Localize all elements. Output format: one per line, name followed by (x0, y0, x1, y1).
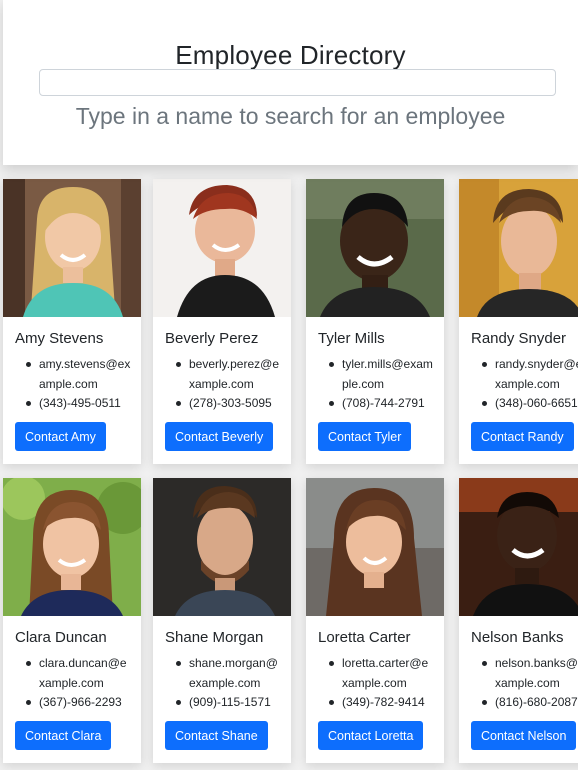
employee-photo (153, 478, 291, 616)
employee-phone: (909)-115-1571 (165, 693, 281, 713)
employee-name: Nelson Banks (471, 629, 564, 646)
contact-button[interactable]: Contact Clara (15, 721, 112, 750)
employee-photo (3, 179, 141, 317)
contact-info-list: clara.duncan@example.com (367)-966-2293 (15, 654, 131, 713)
employee-name: Shane Morgan (165, 629, 264, 646)
employee-card: Clara Duncan clara.duncan@example.com (3… (3, 478, 141, 763)
employee-email: beverly.perez@example.com (165, 355, 281, 394)
contact-button[interactable]: Contact Nelson (471, 721, 577, 750)
employee-phone: (708)-744-2791 (318, 394, 434, 414)
employee-email: randy.snyder@example.com (471, 355, 578, 394)
employee-name: Tyler Mills (318, 330, 385, 347)
employee-email: nelson.banks@example.com (471, 654, 578, 693)
employee-phone: (343)-495-0511 (15, 394, 131, 414)
search-instructions: Type in a name to search for an employee (75, 103, 506, 129)
employee-phone: (367)-966-2293 (15, 693, 131, 713)
contact-info-list: loretta.carter@example.com (349)-782-941… (318, 654, 434, 713)
page-title: Employee Directory (175, 40, 406, 70)
employee-name: Beverly Perez (165, 330, 259, 347)
contact-button[interactable]: Contact Shane (165, 721, 268, 750)
contact-info-list: randy.snyder@example.com (348)-060-6651 (471, 355, 578, 414)
contact-info-list: shane.morgan@example.com (909)-115-1571 (165, 654, 281, 713)
employee-card: Beverly Perez beverly.perez@example.com … (153, 179, 291, 464)
employee-photo (459, 478, 578, 616)
contact-info-list: beverly.perez@example.com (278)-303-5095 (165, 355, 281, 414)
employee-photo (459, 179, 578, 317)
employee-name: Amy Stevens (15, 330, 104, 347)
employee-phone: (349)-782-9414 (318, 693, 434, 713)
employee-phone: (278)-303-5095 (165, 394, 281, 414)
employee-phone: (348)-060-6651 (471, 394, 578, 414)
contact-info-list: amy.stevens@example.com (343)-495-0511 (15, 355, 131, 414)
employee-phone: (816)-680-2087 (471, 693, 578, 713)
employee-photo (306, 179, 444, 317)
employee-email: tyler.mills@example.com (318, 355, 434, 394)
employee-photo (153, 179, 291, 317)
employee-card: Nelson Banks nelson.banks@example.com (8… (459, 478, 578, 763)
employee-email: shane.morgan@example.com (165, 654, 281, 693)
contact-button[interactable]: Contact Beverly (165, 422, 274, 451)
employee-photo (306, 478, 444, 616)
employee-name: Clara Duncan (15, 629, 107, 646)
contact-info-list: nelson.banks@example.com (816)-680-2087 (471, 654, 578, 713)
contact-button[interactable]: Contact Tyler (318, 422, 412, 451)
employee-card: Tyler Mills tyler.mills@example.com (708… (306, 179, 444, 464)
search-input[interactable] (39, 69, 556, 96)
employee-email: amy.stevens@example.com (15, 355, 131, 394)
employee-card: Randy Snyder randy.snyder@example.com (3… (459, 179, 578, 464)
contact-button[interactable]: Contact Amy (15, 422, 106, 451)
employee-card: Amy Stevens amy.stevens@example.com (343… (3, 179, 141, 464)
contact-button[interactable]: Contact Loretta (318, 721, 424, 750)
employee-name: Randy Snyder (471, 330, 567, 347)
contact-button[interactable]: Contact Randy (471, 422, 574, 451)
directory-header: Employee Directory Type in a name to sea… (3, 0, 578, 165)
employee-card: Shane Morgan shane.morgan@example.com (9… (153, 478, 291, 763)
contact-info-list: tyler.mills@example.com (708)-744-2791 (318, 355, 434, 414)
employee-card: Loretta Carter loretta.carter@example.co… (306, 478, 444, 763)
employee-photo (3, 478, 141, 616)
employee-email: clara.duncan@example.com (15, 654, 131, 693)
employee-email: loretta.carter@example.com (318, 654, 434, 693)
employee-name: Loretta Carter (318, 629, 411, 646)
